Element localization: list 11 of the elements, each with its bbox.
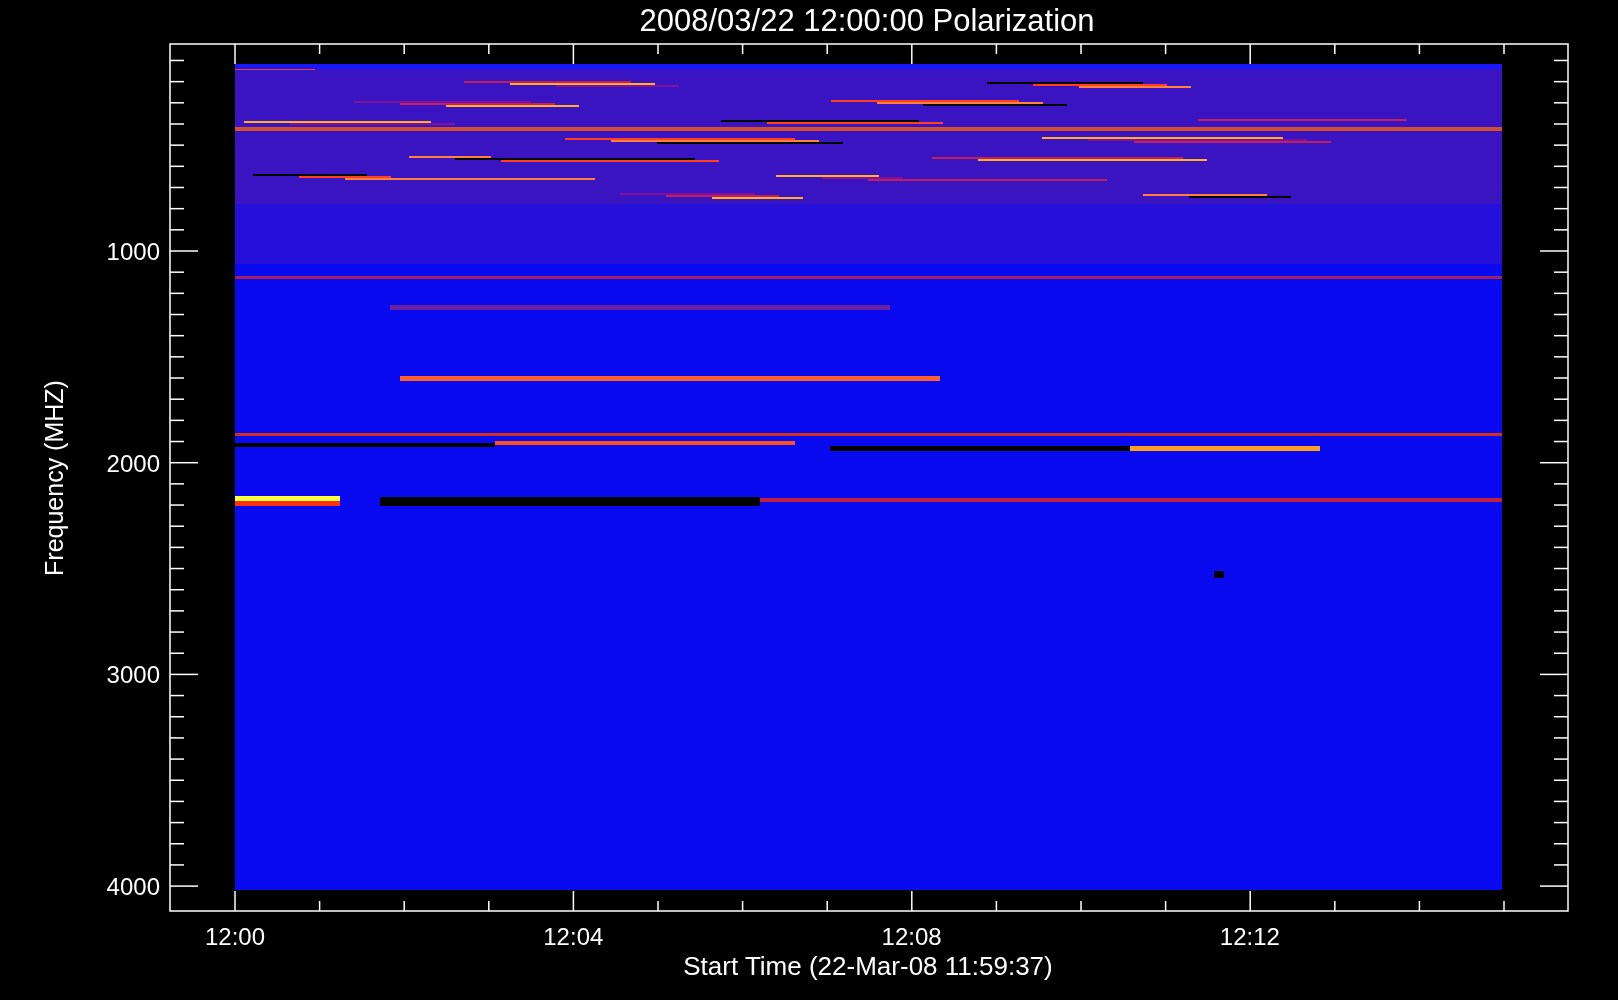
x-tick-label: 12:12 (1219, 923, 1280, 950)
x-tick-label: 12:00 (204, 923, 266, 950)
x-tick-label: 12:04 (543, 923, 604, 950)
y-tick-label: 3000 (106, 661, 160, 689)
x-axis-title: Start Time (22-Mar-08 11:59:37) (683, 951, 1053, 981)
y-tick-label: 4000 (106, 873, 160, 901)
y-tick-label: 2000 (106, 449, 160, 477)
y-axis-title: Frequency (MHZ) (40, 380, 68, 576)
chart-title: 2008/03/22 12:00:00 Polarization (639, 3, 1095, 38)
y-tick-label: 1000 (106, 238, 160, 265)
x-tick-label: 12:08 (881, 923, 942, 950)
